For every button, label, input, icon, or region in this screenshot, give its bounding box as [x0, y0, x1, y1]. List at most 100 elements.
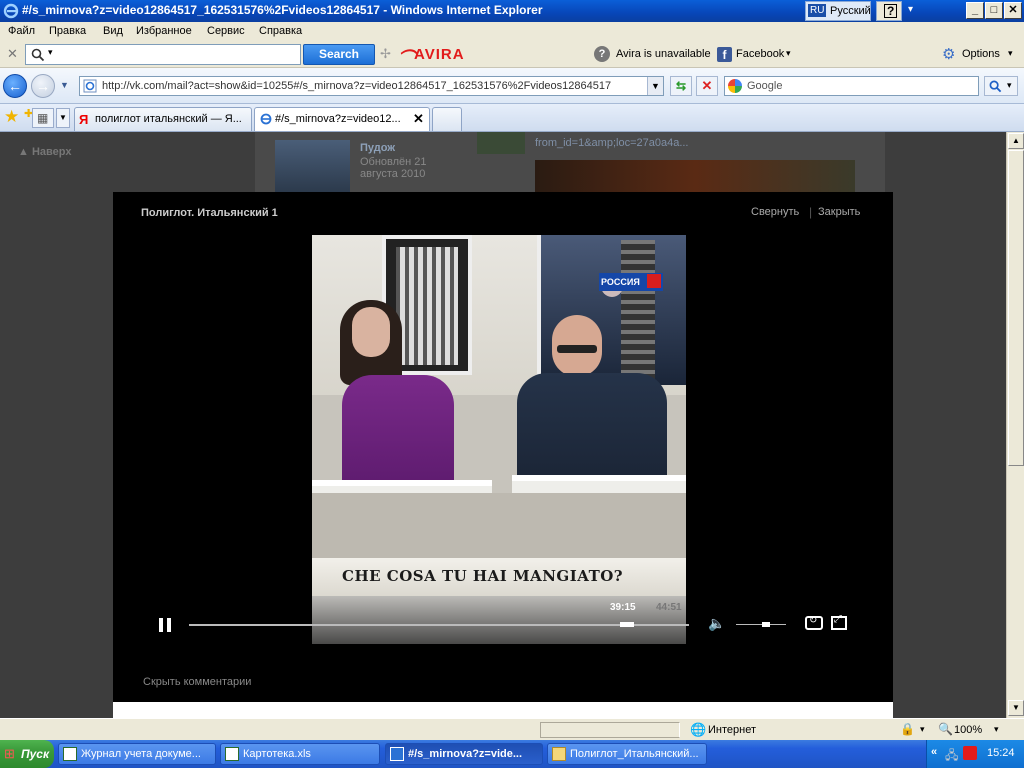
new-tab-button[interactable] — [432, 107, 462, 131]
history-dropdown-icon[interactable]: ▼ — [60, 80, 69, 90]
time-total: 44:51 — [656, 602, 682, 613]
stop-button[interactable]: ✕ — [696, 76, 718, 96]
start-button[interactable]: ⊞ Пуск — [0, 740, 54, 768]
close-window-button[interactable]: ✕ — [1004, 2, 1022, 19]
video-close-link[interactable]: Закрыть — [818, 206, 860, 218]
close-tab-icon[interactable]: ✕ — [413, 111, 424, 127]
search-icon — [31, 48, 45, 62]
search-engine-dropdown-icon[interactable]: ▾ — [48, 47, 53, 58]
page-scrollbar[interactable]: ▲ ▼ — [1006, 132, 1024, 718]
google-search-input[interactable]: Google — [724, 76, 979, 96]
address-dropdown-icon[interactable]: ▼ — [647, 77, 663, 95]
protected-mode-icon[interactable]: 🔒 — [900, 722, 915, 736]
taskbar-item-label: Журнал учета докуме... — [81, 748, 201, 760]
menu-tools[interactable]: Сервис — [207, 25, 245, 37]
video-frame[interactable]: РОССИЯ CHE COSA TU HAI MANGIATO? — [312, 235, 686, 644]
post-link[interactable]: from_id=1&amp;loc=27a0a4a... — [535, 137, 689, 149]
scroll-thumb[interactable] — [1008, 150, 1024, 466]
ie-taskbar-icon — [390, 747, 404, 761]
video-minimize-link[interactable]: Свернуть — [751, 206, 799, 218]
help-icon: ? — [884, 4, 898, 18]
tab-vk-video[interactable]: #/s_mirnova?z=video12... ✕ — [254, 107, 430, 131]
forward-button[interactable]: → — [31, 74, 55, 98]
scroll-up-icon[interactable]: ▲ — [1008, 133, 1024, 149]
taskbar-item-folder[interactable]: Полиглот_Итальянский... — [547, 743, 707, 765]
avira-search-button[interactable]: Search — [303, 44, 375, 65]
scroll-down-icon[interactable]: ▼ — [1008, 700, 1024, 716]
menu-file[interactable]: Файл — [8, 25, 35, 37]
search-options-dropdown-icon[interactable]: ▾ — [1007, 80, 1012, 91]
group-updated: Обновлён 21 августа 2010 — [360, 156, 427, 180]
facebook-dropdown-icon[interactable]: ▾ — [786, 48, 791, 59]
fullscreen-button[interactable]: ⤢ — [831, 614, 847, 630]
status-bar: 🌐 Интернет 🔒 ▾ 🔍 100% ▾ — [0, 718, 1024, 740]
help-button[interactable]: ? — [876, 1, 902, 21]
volume-icon[interactable]: 🔈 — [708, 615, 725, 632]
favorites-star-icon[interactable]: ★ — [4, 107, 19, 127]
volume-slider[interactable] — [736, 622, 786, 627]
progress-handle[interactable] — [620, 622, 634, 627]
network-icon[interactable]: 🖧 — [945, 746, 958, 767]
presenter-body — [342, 375, 454, 490]
windows-taskbar: ⊞ Пуск Журнал учета докуме... Картотека.… — [0, 740, 1024, 768]
taskbar-item-ie[interactable]: #/s_mirnova?z=vide... — [385, 743, 543, 765]
facebook-icon: f — [717, 47, 732, 62]
options-dropdown-icon[interactable]: ▾ — [1008, 48, 1013, 59]
fullscreen-icon: ⤢ — [834, 614, 842, 625]
caption-bar: CHE COSA TU HAI MANGIATO? — [312, 558, 686, 596]
toolbar-close-icon[interactable]: ✕ — [7, 46, 18, 62]
hide-comments-link[interactable]: Скрыть комментарии — [143, 676, 251, 688]
tab-label: полиглот итальянский — Я... — [95, 113, 242, 125]
zoom-dropdown-icon[interactable]: ▾ — [994, 724, 999, 735]
start-label: Пуск — [21, 747, 50, 761]
taskbar-item-excel[interactable]: Картотека.xls — [220, 743, 380, 765]
taskbar-item-word[interactable]: Журнал учета докуме... — [58, 743, 216, 765]
maximize-button[interactable]: □ — [985, 2, 1003, 19]
avira-search-input[interactable]: ▾ — [25, 44, 301, 65]
tab-list-dropdown-icon[interactable]: ▼ — [56, 108, 70, 128]
refresh-button[interactable]: ⇆ — [670, 76, 692, 96]
back-button[interactable]: ← — [3, 74, 27, 98]
avatar[interactable] — [477, 132, 525, 154]
avira-tray-icon[interactable] — [963, 746, 977, 760]
volume-handle[interactable] — [762, 622, 770, 627]
menu-edit[interactable]: Правка — [49, 25, 86, 37]
post-image[interactable] — [535, 160, 855, 192]
comments-area — [113, 702, 893, 718]
back-to-top-link[interactable]: ▲ Наверх — [18, 146, 71, 158]
window-title: #/s_mirnova?z=video12864517_162531576%2F… — [22, 3, 543, 17]
status-panels — [540, 722, 680, 738]
address-url: http://vk.com/mail?act=show&id=10255#/s_… — [102, 80, 612, 92]
options-chevron-icon[interactable]: ▾ — [908, 4, 913, 15]
tab-label: #/s_mirnova?z=video12... — [275, 113, 401, 125]
zoom-level[interactable]: 100% — [954, 724, 982, 736]
group-name[interactable]: Пудож — [360, 142, 395, 154]
avira-status-text[interactable]: Avira is unavailable — [616, 48, 711, 60]
language-switcher[interactable]: RU Русский — [805, 1, 871, 21]
video-title: Полиглот. Итальянский 1 — [141, 207, 278, 219]
protected-mode-dropdown-icon[interactable]: ▾ — [920, 724, 925, 735]
hd-toggle-button[interactable]: ↻ — [805, 615, 823, 630]
minimize-button[interactable]: _ — [966, 2, 984, 19]
ie-logo-icon — [3, 3, 19, 19]
options-menu[interactable]: Options — [962, 48, 1000, 60]
pause-button[interactable] — [159, 618, 173, 634]
menu-help[interactable]: Справка — [259, 25, 302, 37]
clock[interactable]: 15:24 — [987, 747, 1015, 759]
tab-yandex-search[interactable]: Я полиглот итальянский — Я... — [74, 107, 252, 131]
menu-view[interactable]: Вид — [103, 25, 123, 37]
system-tray: « 🖧 15:24 — [926, 740, 1024, 768]
channel-logo: РОССИЯ — [599, 273, 663, 291]
group-thumbnail[interactable] — [275, 140, 350, 192]
teacher-body — [517, 373, 667, 483]
tray-expand-icon[interactable]: « — [931, 746, 937, 758]
search-go-button[interactable]: ▾ — [984, 76, 1018, 96]
progress-bar[interactable] — [189, 622, 689, 627]
yandex-icon: Я — [79, 112, 89, 127]
video-player-layer: Полиглот. Итальянский 1 Свернуть | Закры… — [113, 192, 893, 702]
window-title-bar[interactable]: #/s_mirnova?z=video12864517_162531576%2F… — [0, 0, 1024, 22]
facebook-menu[interactable]: Facebook — [736, 48, 784, 60]
address-input[interactable]: http://vk.com/mail?act=show&id=10255#/s_… — [79, 76, 664, 96]
quick-tabs-button[interactable]: ▦ — [32, 108, 54, 128]
menu-favorites[interactable]: Избранное — [136, 25, 192, 37]
